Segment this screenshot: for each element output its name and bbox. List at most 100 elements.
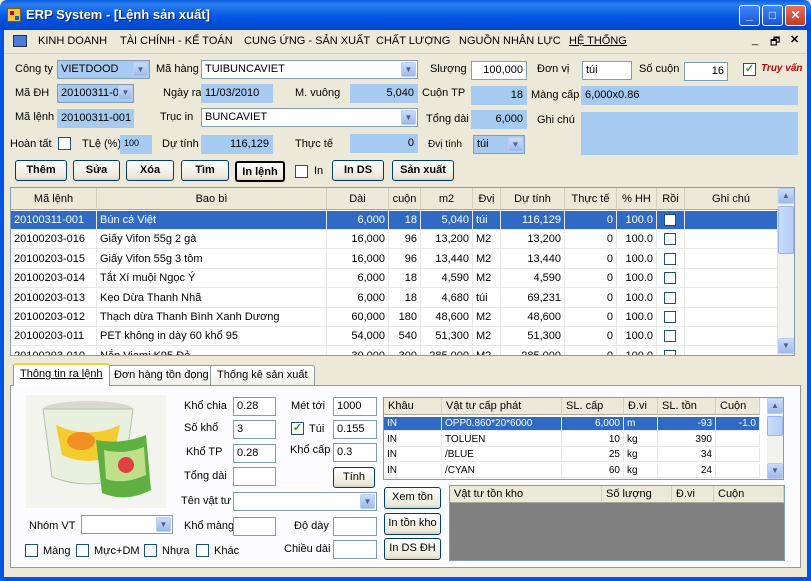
tab-don-hang-ton-dong[interactable]: Đơn hàng tồn đọng — [107, 365, 216, 385]
supply-row[interactable]: IN TOLUEN 10 kg 390 — [384, 432, 760, 447]
supply-row[interactable]: IN/BLUE 25 kg 34 — [384, 448, 760, 462]
tim-button[interactable]: Tìm — [181, 160, 229, 181]
them-button[interactable]: Thêm — [15, 160, 67, 181]
mdi-minimize-button[interactable]: _ — [752, 34, 758, 46]
kho-cap-input[interactable]: 0.3 — [333, 443, 377, 462]
roi-checkbox[interactable] — [664, 349, 676, 355]
sua-button[interactable]: Sửa — [73, 160, 120, 181]
nhua-checkbox[interactable] — [144, 544, 157, 557]
menu-tai-chinh[interactable]: TÀI CHÍNH - KẾ TOÁN — [120, 35, 233, 47]
ma-hang-combo[interactable]: TUIBUNCAVIET ▼ — [201, 60, 418, 79]
scroll-down-icon[interactable]: ▼ — [767, 463, 783, 479]
truy-van-checkbox[interactable]: ✓ — [743, 63, 756, 76]
chevron-down-icon[interactable]: ▼ — [401, 110, 416, 125]
do-day-input[interactable] — [333, 517, 377, 536]
tui-input[interactable]: 0.155 — [333, 420, 377, 439]
khac-checkbox[interactable] — [196, 544, 209, 557]
mdi-close-button[interactable]: ✕ — [790, 33, 799, 46]
grid-header[interactable]: Dài — [327, 188, 389, 210]
scroll-thumb[interactable] — [767, 416, 783, 436]
menu-cung-ung[interactable]: CUNG ỨNG - SẢN XUẤT — [244, 35, 370, 47]
kho-chia-input[interactable]: 0.28 — [233, 397, 276, 416]
mdi-restore-button[interactable]: 🗗 — [770, 33, 780, 52]
in-ton-kho-button[interactable]: In tồn kho — [384, 513, 441, 535]
menu-nguon-nhan-luc[interactable]: NGUỒN NHÂN LỰC — [459, 35, 561, 47]
grid-header[interactable]: Rồi — [657, 188, 685, 210]
in-ds-button[interactable]: In DS — [332, 160, 384, 181]
kho-mang-input[interactable] — [233, 517, 276, 536]
maximize-button[interactable]: □ — [762, 5, 783, 26]
in-lenh-button[interactable]: In lệnh — [235, 161, 285, 182]
kho-tp-input[interactable]: 0.28 — [233, 444, 276, 463]
roi-checkbox[interactable] — [664, 214, 676, 226]
supply-grid[interactable]: Khâu Vật tư cấp phát SL. cấp Đ.vi SL. tồn Cuộ… — [383, 397, 784, 480]
scroll-up-icon[interactable]: ▲ — [778, 188, 794, 204]
grid-header[interactable]: Ghi chú — [685, 188, 778, 210]
ten-vat-tu-combo[interactable]: ▼ — [233, 492, 377, 511]
supply-grid-header[interactable]: SL. tồn — [658, 398, 716, 415]
table-row[interactable]: 20100203-014 Tắt Xí muội Ngọc Ý 6,000 18 4,5… — [11, 269, 778, 289]
in-ds-dh-button[interactable]: In DS ĐH — [384, 538, 441, 560]
grid-header[interactable]: cuộn — [389, 188, 421, 210]
scroll-up-icon[interactable]: ▲ — [767, 398, 783, 414]
table-row[interactable]: 20100203-011 PET không in dày 60 khổ 95 54… — [11, 327, 778, 347]
close-button[interactable]: ✕ — [785, 5, 806, 26]
xem-ton-button[interactable]: Xem tồn — [384, 487, 441, 509]
supply-grid-header[interactable]: Khâu — [384, 398, 442, 415]
roi-checkbox[interactable] — [664, 233, 676, 246]
dvi-tinh-combo[interactable]: túi ▼ — [473, 135, 525, 154]
chevron-down-icon[interactable]: ▼ — [360, 494, 375, 509]
stock-grid-header[interactable]: Vật tư tồn kho — [450, 486, 602, 503]
slg-input[interactable]: 100,000 — [471, 61, 527, 80]
table-row[interactable]: 20100203-013 Kẹo Dừa Thanh Nhã 6,000 18 4,68… — [11, 288, 778, 308]
chevron-down-icon[interactable]: ▼ — [118, 85, 133, 100]
tab-thong-ke-san-xuat[interactable]: Thống kê sản xuất — [210, 365, 315, 385]
ma-dh-dropdown[interactable]: ▼ — [117, 84, 134, 103]
tinh-button[interactable]: Tính — [333, 467, 375, 488]
menu-chat-luong[interactable]: CHẤT LƯỢNG — [376, 35, 450, 47]
met-toi-input[interactable]: 1000 — [333, 397, 377, 416]
stock-grid-header[interactable]: Đ.vi — [672, 486, 714, 503]
minimize-button[interactable]: _ — [739, 5, 760, 26]
nhom-vt-combo[interactable]: ▼ — [81, 515, 173, 534]
chevron-down-icon[interactable]: ▼ — [508, 137, 523, 152]
ghi-chu-field[interactable] — [581, 112, 798, 155]
tong-dai-input[interactable] — [233, 467, 276, 486]
grid-header[interactable]: Dự tính — [501, 188, 565, 210]
menu-kinh-doanh[interactable]: KINH DOANH — [38, 35, 107, 47]
xoa-button[interactable]: Xóa — [126, 160, 174, 181]
grid-header[interactable]: % HH — [617, 188, 657, 210]
supply-row[interactable]: IN OPP0.860*20*6000 6,000 m -93 -1.0 — [384, 417, 760, 431]
grid-header[interactable]: Đvị — [473, 188, 501, 210]
supply-grid-scrollbar[interactable]: ▲ ▼ — [767, 398, 783, 479]
supply-grid-header[interactable]: SL. cấp — [562, 398, 624, 415]
menu-he-thong[interactable]: HỆ THỐNG — [569, 35, 627, 47]
grid-header[interactable]: Thực tế — [565, 188, 617, 210]
grid-header[interactable]: Mã lệnh — [11, 188, 97, 210]
chevron-down-icon[interactable]: ▼ — [156, 517, 171, 532]
chevron-down-icon[interactable]: ▼ — [401, 62, 416, 77]
tab-thong-tin-ra-lenh[interactable]: Thông tin ra lệnh — [13, 363, 110, 386]
truc-in-combo[interactable]: BUNCAVIET ▼ — [201, 108, 418, 127]
grid-scrollbar[interactable]: ▲ ▼ — [777, 188, 794, 355]
so-kho-input[interactable]: 3 — [233, 420, 276, 439]
roi-checkbox[interactable] — [664, 252, 676, 265]
production-order-grid[interactable]: Mã lệnh Bao bì Dài cuộn m2 Đvị Dự tính Thực tế%… — [10, 187, 795, 356]
supply-grid-header[interactable]: Vật tư cấp phát — [442, 398, 562, 415]
table-row[interactable]: 20100203-016 Giấy Vifon 55g 2 gà 16,000 96 1… — [11, 230, 778, 250]
tui-checkbox[interactable]: ✓ — [291, 422, 304, 435]
in-checkbox[interactable] — [295, 165, 308, 178]
cong-ty-combo[interactable]: VIETDOOD ▼ — [57, 60, 150, 79]
table-row[interactable]: 20100311-001 Bún cá Việt 6,000 18 5,040 túi 11… — [11, 211, 778, 230]
roi-checkbox[interactable] — [664, 311, 676, 323]
muc-checkbox[interactable] — [76, 544, 89, 557]
chevron-down-icon[interactable]: ▼ — [133, 62, 148, 77]
table-row[interactable]: 20100203-012 Thạch dừa Thanh Bình Xanh Dư… — [11, 308, 778, 327]
supply-grid-header[interactable]: Đ.vi — [624, 398, 658, 415]
scroll-thumb[interactable] — [778, 206, 794, 254]
roi-checkbox[interactable] — [664, 291, 676, 304]
hoan-tat-checkbox[interactable] — [58, 137, 71, 150]
chieu-dai-input[interactable] — [333, 540, 377, 559]
supply-grid-header[interactable]: Cuộn — [716, 398, 760, 415]
table-row[interactable]: 20100203-010 Nắp Viami K95 Đỏ 30,000 300 285… — [11, 346, 778, 355]
